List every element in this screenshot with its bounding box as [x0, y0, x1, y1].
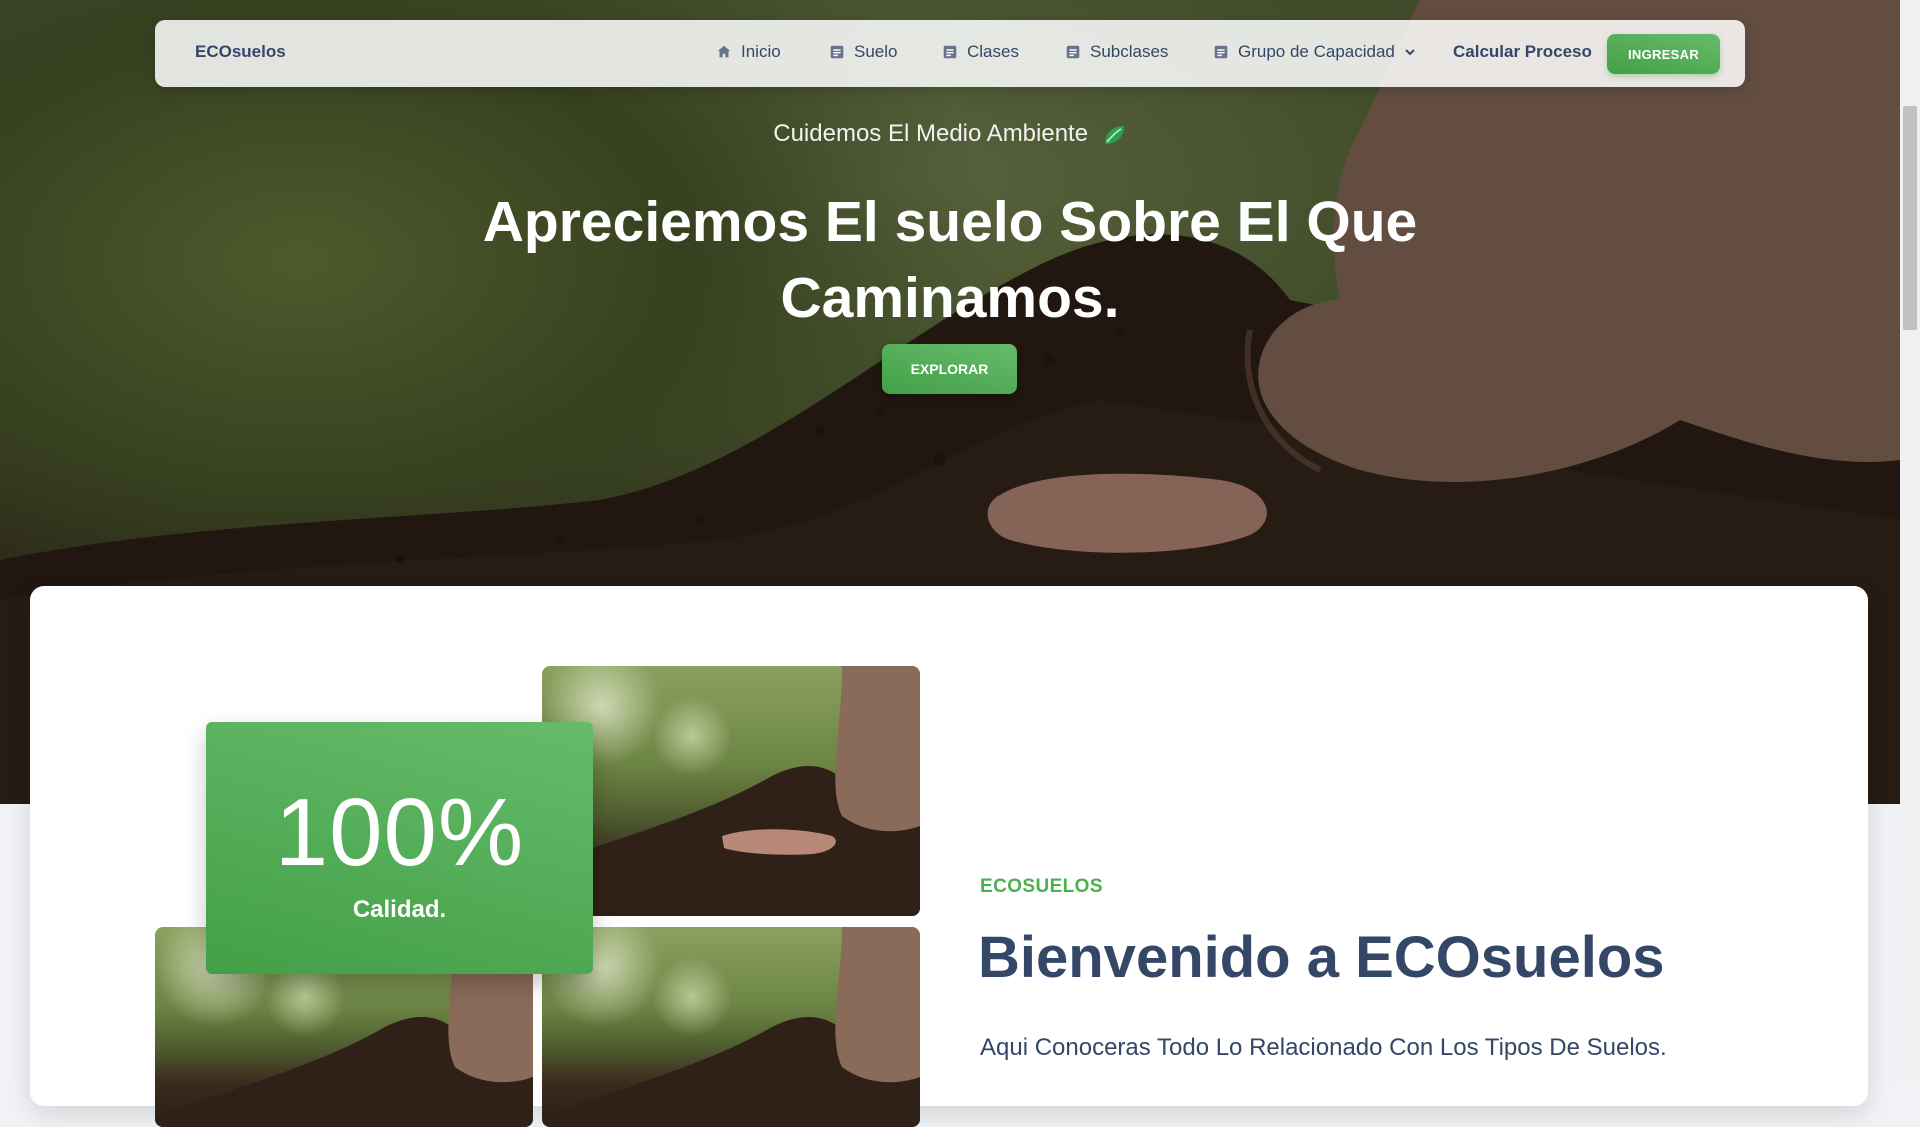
hero-tagline: Cuidemos El Medio Ambiente	[0, 120, 1900, 148]
chevron-down-icon	[1405, 49, 1415, 56]
login-button[interactable]: INGRESAR	[1607, 34, 1720, 74]
top-navbar: ECOsuelos Inicio Suelo Clases Subclases …	[155, 20, 1745, 87]
nav-item-grupo-de-capacidad[interactable]: Grupo de Capacidad	[1212, 42, 1417, 62]
welcome-subtitle: Aqui Conoceras Todo Lo Relacionado Con L…	[980, 1034, 1667, 1061]
nav-calcular-proceso[interactable]: Calcular Proceso	[1453, 42, 1592, 62]
soil-hand-photo	[542, 927, 920, 1127]
quality-stat-box: 100% Calidad.	[206, 722, 593, 974]
nav-item-label: Inicio	[741, 42, 781, 61]
nav-item-inicio[interactable]: Inicio	[715, 42, 781, 62]
nav-item-label: Clases	[967, 42, 1019, 61]
document-icon	[943, 45, 957, 59]
nav-item-suelo[interactable]: Suelo	[828, 42, 897, 62]
document-icon	[1214, 45, 1228, 59]
page-scrollbar[interactable]	[1900, 0, 1920, 1080]
section-eyebrow: ECOSUELOS	[980, 876, 1103, 897]
soil-hand-photo	[542, 666, 920, 916]
explore-button[interactable]: EXPLORAR	[882, 344, 1017, 394]
nav-item-label: Grupo de Capacidad	[1238, 42, 1395, 61]
soil-photo-top	[542, 666, 920, 916]
soil-photo-bottom-right	[542, 927, 920, 1127]
stat-label: Calidad.	[352, 896, 447, 923]
hero-tagline-text: Cuidemos El Medio Ambiente	[773, 120, 1089, 147]
leaf-icon	[1104, 125, 1124, 144]
nav-item-label: Suelo	[854, 42, 898, 61]
document-icon	[1066, 45, 1080, 59]
nav-item-subclases[interactable]: Subclases	[1064, 42, 1168, 62]
brand-logo-text[interactable]: ECOsuelos	[195, 42, 286, 62]
document-icon	[830, 45, 844, 59]
scrollbar-thumb[interactable]	[1903, 106, 1917, 330]
hero-title: Apreciemos El suelo Sobre El Que Caminam…	[482, 190, 1418, 330]
home-icon	[717, 45, 731, 58]
stat-value: 100%	[274, 779, 525, 886]
welcome-heading: Bienvenido a ECOsuelos	[978, 925, 1665, 990]
nav-item-label: Subclases	[1090, 42, 1169, 61]
nav-item-clases[interactable]: Clases	[941, 42, 1019, 62]
